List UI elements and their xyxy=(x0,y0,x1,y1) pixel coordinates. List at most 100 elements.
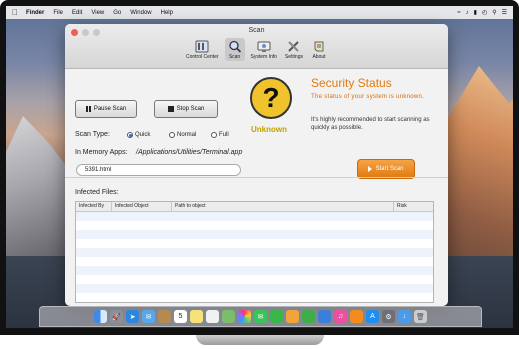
menu-edit[interactable]: Edit xyxy=(72,10,82,16)
table-row xyxy=(76,221,433,230)
numbers-icon[interactable] xyxy=(302,310,315,323)
tab-system-info-label: System Info xyxy=(250,54,277,60)
finder-icon[interactable] xyxy=(94,310,107,323)
radio-quick[interactable]: Quick xyxy=(127,132,150,138)
apple-icon[interactable]:  xyxy=(12,8,18,17)
tab-scan[interactable]: Scan xyxy=(224,38,245,61)
menu-window[interactable]: Window xyxy=(130,10,151,16)
menu-go[interactable]: Go xyxy=(113,10,121,16)
laptop-base xyxy=(0,335,519,349)
dock: 🚀 ➤ ✉ 5 ✉ ♫ A ⚙ ↓ 🗑 xyxy=(39,306,482,327)
control-center-icon xyxy=(194,39,210,54)
spotlight-icon[interactable]: ⚲ xyxy=(492,9,496,16)
desktop-screen:  Finder File Edit View Go Window Help ≈… xyxy=(6,6,513,328)
menu-view[interactable]: View xyxy=(91,10,104,16)
pause-scan-button[interactable]: Pause Scan xyxy=(75,100,137,118)
radio-quick-label: Quick xyxy=(135,132,151,138)
itunes-icon[interactable]: ♫ xyxy=(334,310,347,323)
stop-scan-button[interactable]: Stop Scan xyxy=(154,100,218,118)
scan-window: Scan Control Center Scan System Info Set… xyxy=(65,24,448,306)
volume-icon[interactable]: ♪ xyxy=(466,10,469,16)
wifi-icon[interactable]: ≈ xyxy=(457,10,460,16)
radio-normal-label: Normal xyxy=(177,132,197,138)
in-memory-label: In Memory Apps: xyxy=(75,149,128,156)
menu-finder[interactable]: Finder xyxy=(26,10,44,16)
calendar-icon[interactable]: 5 xyxy=(174,310,187,323)
menu-bar:  Finder File Edit View Go Window Help ≈… xyxy=(6,6,513,19)
app-store-icon[interactable]: A xyxy=(366,310,379,323)
tab-system-info[interactable]: System Info xyxy=(249,38,279,61)
radio-full[interactable]: Full xyxy=(211,132,229,138)
table-row xyxy=(76,266,433,275)
panel-divider xyxy=(65,177,448,178)
start-scan-label: Start Scan xyxy=(375,166,404,172)
photos-icon[interactable] xyxy=(238,310,251,323)
radio-normal-dot xyxy=(169,132,175,138)
battery-icon[interactable]: ▮ xyxy=(474,9,477,16)
start-scan-button[interactable]: Start Scan xyxy=(357,159,415,179)
stop-icon xyxy=(167,106,174,112)
scan-icon xyxy=(227,39,243,54)
stop-scan-label: Stop Scan xyxy=(176,106,205,112)
tab-control-center[interactable]: Control Center xyxy=(184,38,221,61)
radio-full-label: Full xyxy=(219,132,229,138)
window-titlebar: Scan Control Center Scan System Info Set… xyxy=(65,24,448,69)
tab-control-center-label: Control Center xyxy=(186,54,219,60)
play-icon xyxy=(368,166,373,172)
status-unknown-label: Unknown xyxy=(251,125,287,134)
laptop-hinge xyxy=(196,335,324,345)
trash-icon[interactable]: 🗑 xyxy=(414,310,427,323)
messages-icon[interactable]: ✉ xyxy=(254,310,267,323)
toolbar: Control Center Scan System Info Settings… xyxy=(65,38,448,61)
infected-files-label: Infected Files: xyxy=(75,189,119,196)
system-preferences-icon[interactable]: ⚙ xyxy=(382,310,395,323)
current-file-field: 5391.html xyxy=(76,164,241,176)
ibooks-icon[interactable] xyxy=(350,310,363,323)
scan-type-label: Scan Type: xyxy=(75,131,110,138)
column-infected-object[interactable]: Infected Object xyxy=(112,202,172,211)
safari-icon[interactable]: ➤ xyxy=(126,310,139,323)
table-row xyxy=(76,239,433,248)
security-status-message: The status of your system is unknown. xyxy=(311,94,425,100)
scan-panel: Pause Scan Stop Scan Scan Type: Quick No… xyxy=(65,69,448,204)
system-info-icon xyxy=(256,39,272,54)
table-row xyxy=(76,293,433,302)
tab-about-label: About xyxy=(312,54,326,60)
tab-scan-label: Scan xyxy=(228,54,241,60)
menu-help[interactable]: Help xyxy=(161,10,173,16)
facetime-icon[interactable] xyxy=(270,310,283,323)
list-icon[interactable]: ☰ xyxy=(502,9,507,16)
table-row xyxy=(76,275,433,284)
menu-file[interactable]: File xyxy=(53,10,63,16)
radio-normal[interactable]: Normal xyxy=(169,132,196,138)
tab-about[interactable]: About xyxy=(309,38,329,61)
table-row xyxy=(76,257,433,266)
pages-icon[interactable] xyxy=(286,310,299,323)
maps-icon[interactable] xyxy=(222,310,235,323)
infected-files-table[interactable]: Infected By Infected Object Path to obje… xyxy=(75,201,434,303)
pause-scan-label: Pause Scan xyxy=(93,106,127,112)
tab-settings[interactable]: Settings xyxy=(283,38,305,61)
table-row xyxy=(76,212,433,221)
notes-icon[interactable] xyxy=(190,310,203,323)
table-row xyxy=(76,248,433,257)
column-path[interactable]: Path to object xyxy=(172,202,394,211)
reminders-icon[interactable] xyxy=(206,310,219,323)
launchpad-icon[interactable]: 🚀 xyxy=(110,310,123,323)
table-row xyxy=(76,284,433,293)
keynote-icon[interactable] xyxy=(318,310,331,323)
in-memory-value: /Applications/Utilities/Terminal.app xyxy=(136,149,243,156)
radio-full-dot xyxy=(211,132,217,138)
column-risk[interactable]: Risk xyxy=(394,202,433,211)
contacts-icon[interactable] xyxy=(158,310,171,323)
table-body xyxy=(76,212,433,302)
tab-settings-label: Settings xyxy=(284,54,303,60)
pause-icon xyxy=(85,106,91,112)
downloads-icon[interactable]: ↓ xyxy=(398,310,411,323)
menu-status-area: ≈ ♪ ▮ ◴ ⚲ ☰ xyxy=(457,9,507,17)
window-title: Scan xyxy=(248,27,265,34)
security-status-title: Security Status xyxy=(311,76,392,90)
mail-icon[interactable]: ✉ xyxy=(142,310,155,323)
column-infected-by[interactable]: Infected By xyxy=(76,202,112,211)
clock-icon[interactable]: ◴ xyxy=(482,9,487,16)
